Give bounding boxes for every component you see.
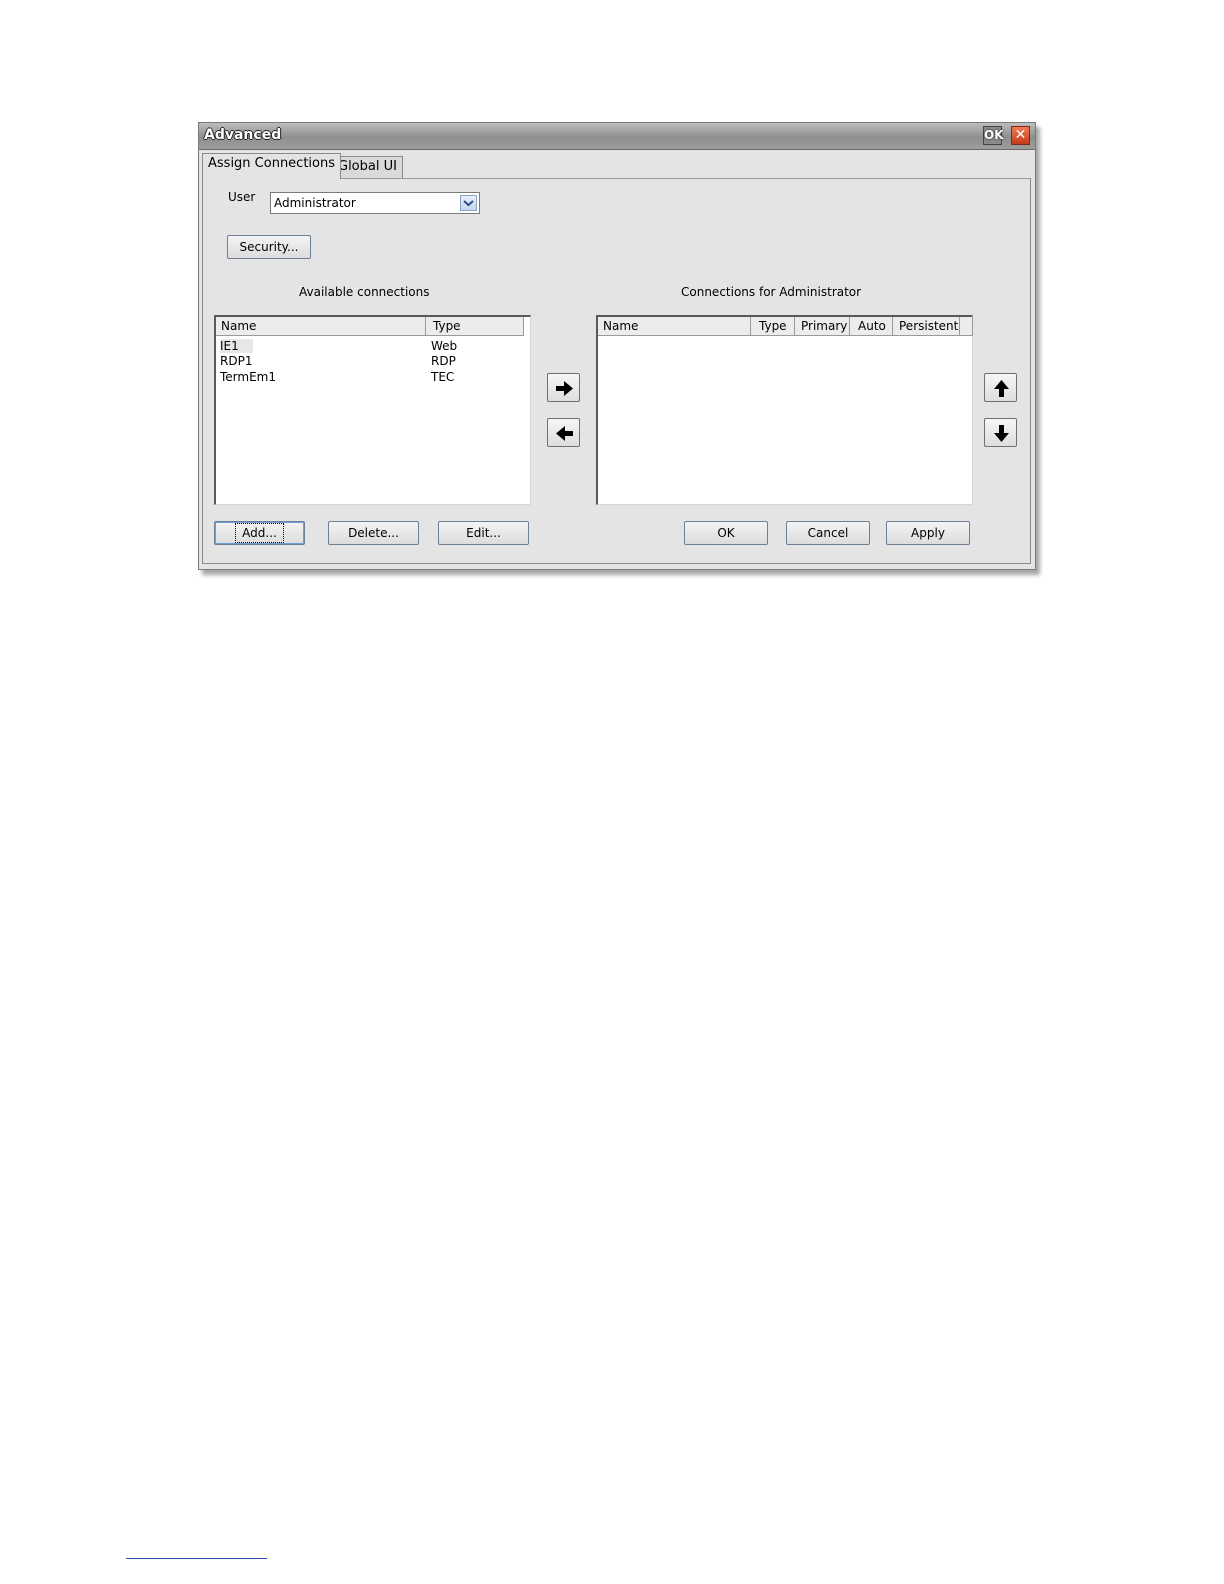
arrow-down-icon [994, 425, 1009, 442]
available-connections-heading: Available connections [299, 285, 430, 299]
move-up-button[interactable] [984, 373, 1017, 402]
arrow-right-icon [556, 381, 573, 396]
column-header-name[interactable]: Name [598, 317, 751, 336]
assigned-connections-list[interactable]: Name Type Primary Auto Persistent [596, 315, 973, 505]
assigned-connections-heading: Connections for Administrator [681, 285, 862, 299]
security-button[interactable]: Security... [227, 235, 311, 259]
title-bar[interactable]: Advanced OK ✕ [199, 123, 1035, 150]
available-connections-list[interactable]: Name Type IE1 Web RDP1 RDP TermEm1 TEC [214, 315, 531, 505]
column-header-persistent[interactable]: Persistent [893, 317, 960, 336]
column-header-type[interactable]: Type [426, 317, 524, 336]
list-item-type: TEC [431, 370, 455, 384]
cancel-button[interactable]: Cancel [786, 521, 870, 545]
column-header-auto[interactable]: Auto [850, 317, 893, 336]
apply-button[interactable]: Apply [886, 521, 970, 545]
move-left-button[interactable] [547, 418, 580, 447]
column-header-type[interactable]: Type [751, 317, 795, 336]
arrow-left-icon [556, 426, 573, 441]
user-select[interactable]: Administrator [270, 192, 480, 214]
column-header-primary[interactable]: Primary [795, 317, 850, 336]
move-down-button[interactable] [984, 418, 1017, 447]
chevron-down-icon[interactable] [460, 195, 477, 211]
edit-button[interactable]: Edit... [438, 521, 529, 545]
tab-global-ui[interactable]: Global UI [332, 156, 403, 178]
window-title: Advanced [204, 127, 282, 143]
user-label: User [228, 190, 256, 204]
user-select-value: Administrator [274, 196, 356, 210]
list-item-type: RDP [431, 354, 456, 368]
close-icon[interactable]: ✕ [1011, 126, 1030, 145]
column-header-name[interactable]: Name [216, 317, 426, 336]
list-item-name[interactable]: RDP1 [220, 354, 252, 368]
column-header-filler [960, 317, 973, 336]
tab-assign-connections[interactable]: Assign Connections [202, 153, 342, 179]
add-button[interactable]: Add... [214, 521, 305, 545]
move-right-button[interactable] [547, 373, 580, 402]
ok-button[interactable]: OK [684, 521, 768, 545]
footnote-separator [126, 1558, 267, 1559]
list-item-type: Web [431, 339, 458, 353]
list-item-name[interactable]: IE1 [220, 339, 253, 353]
arrow-up-icon [994, 380, 1009, 397]
list-item-name[interactable]: TermEm1 [220, 370, 276, 384]
add-button-label: Add... [235, 523, 284, 543]
delete-button[interactable]: Delete... [328, 521, 419, 545]
titlebar-ok-button[interactable]: OK [983, 126, 1004, 145]
